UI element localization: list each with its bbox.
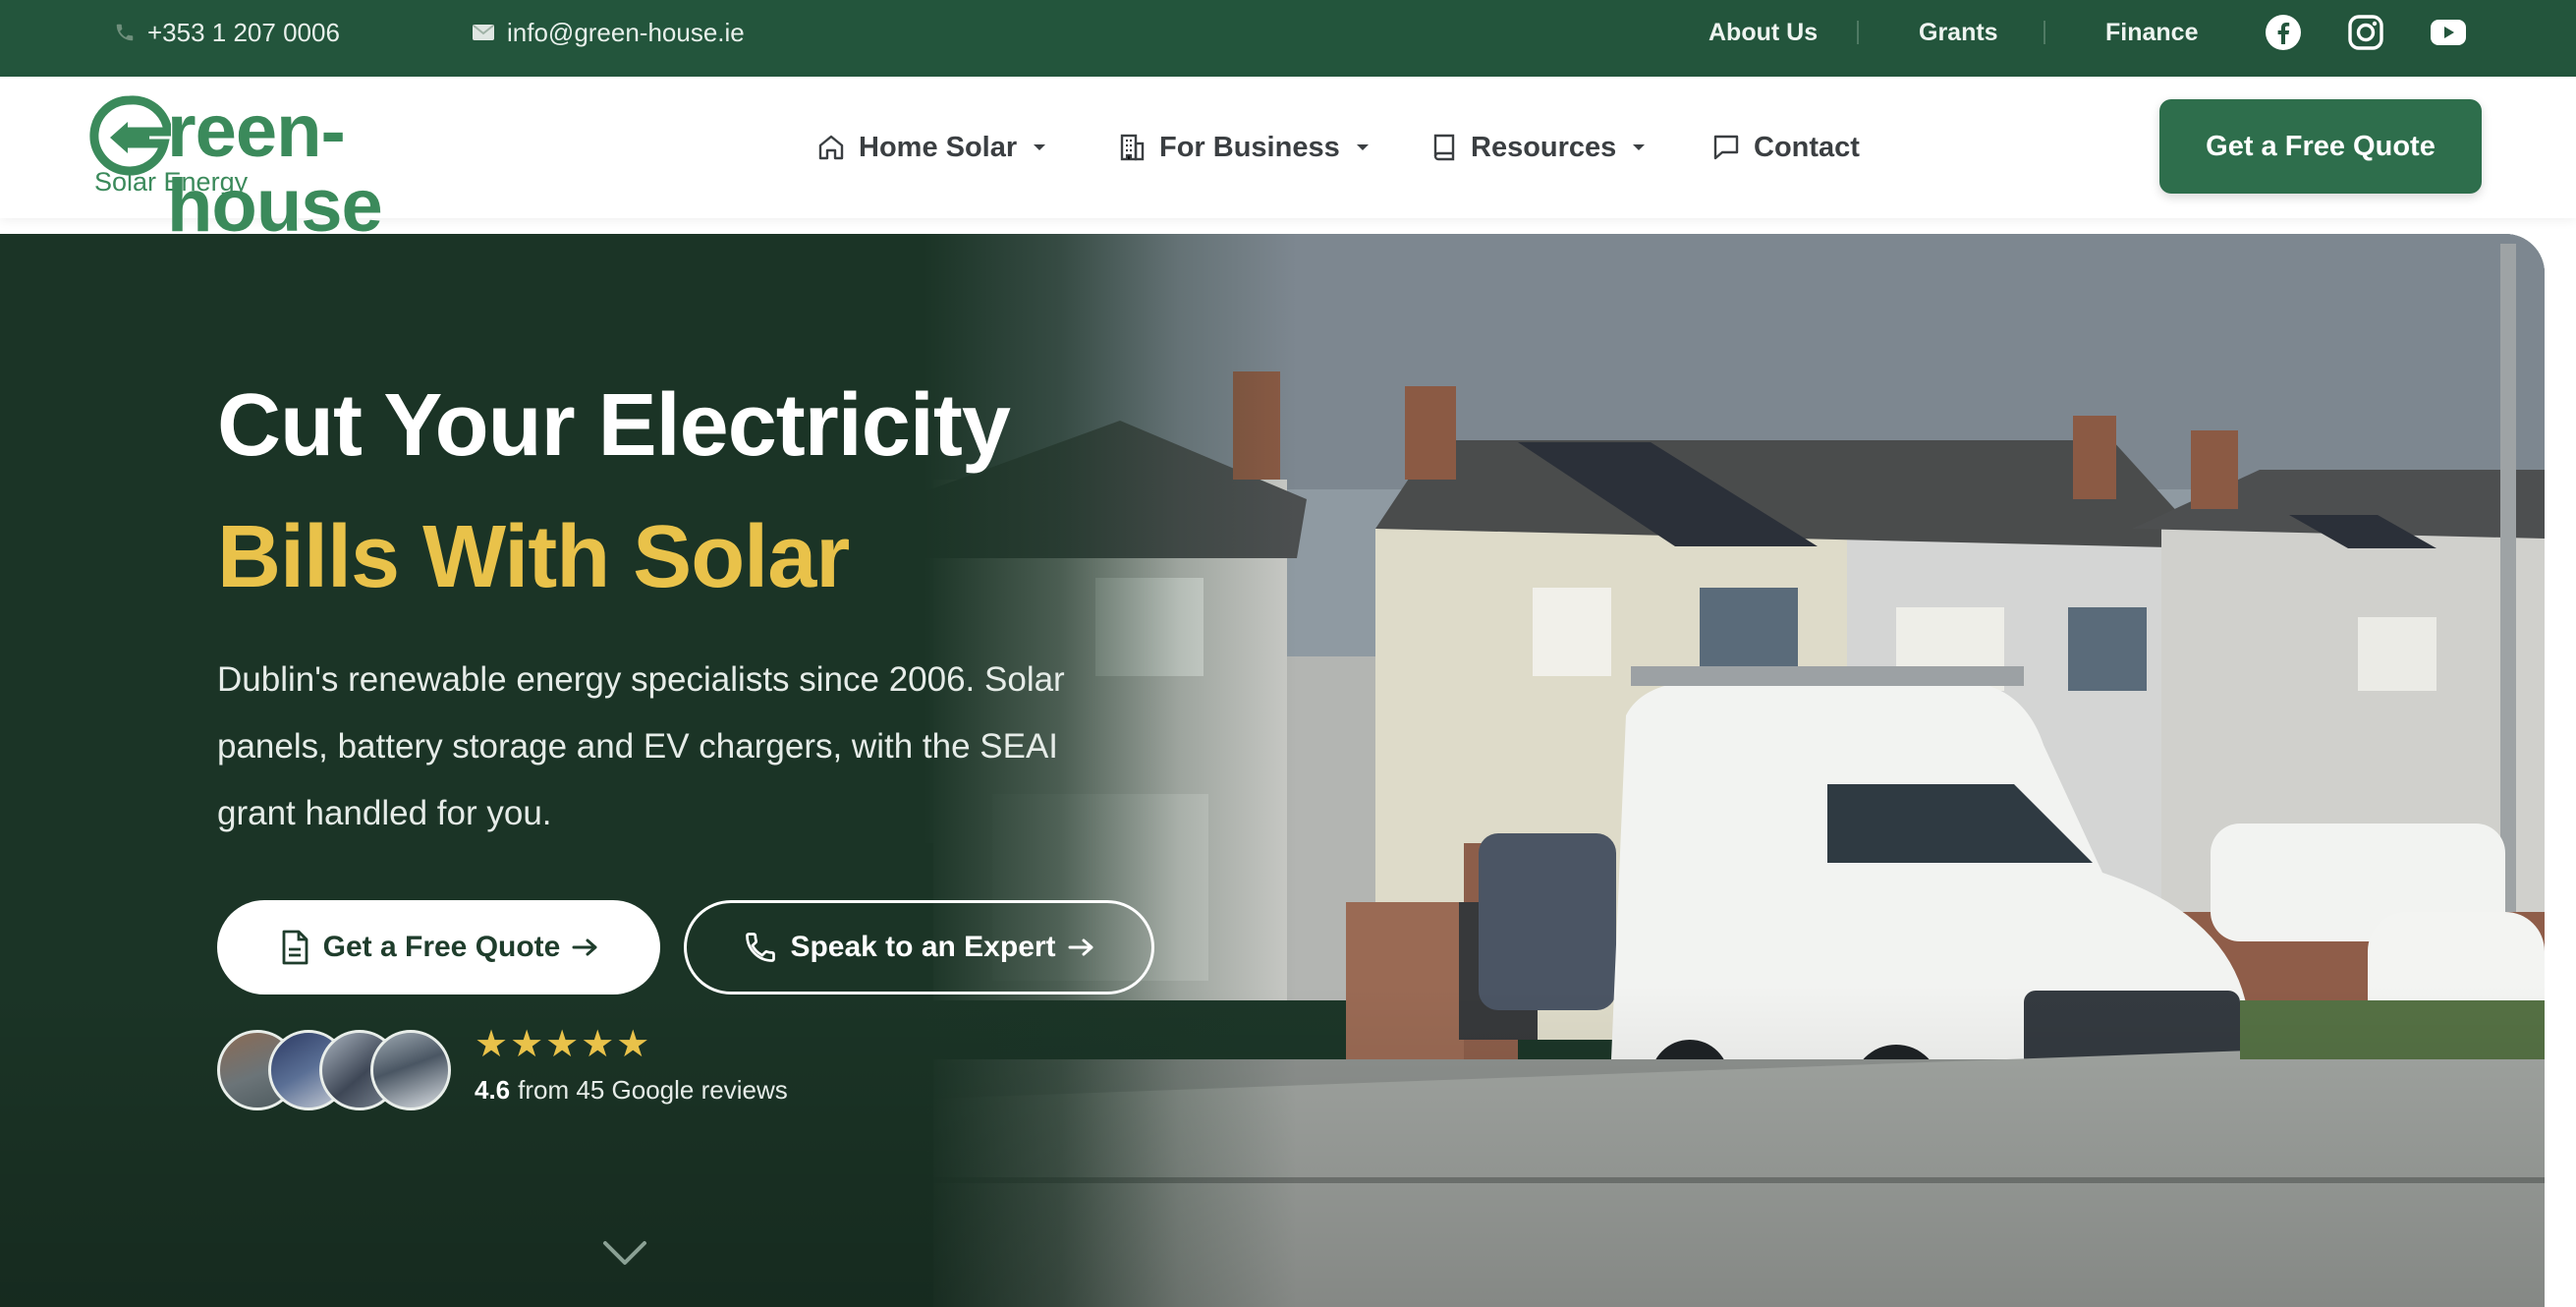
nav-home-solar[interactable]: Home Solar [815, 77, 1046, 218]
rating-value: 4.6 [475, 1075, 511, 1105]
divider [1857, 21, 1859, 44]
hero-title-line-1: Cut Your Electricity [217, 376, 1011, 475]
chevron-down-icon[interactable] [601, 1238, 648, 1268]
building-icon [1120, 134, 1145, 161]
hero-section: Cut Your Electricity Bills With Solar Du… [0, 234, 2545, 1307]
rating-summary: 4.6 from 45 Google reviews [475, 1075, 788, 1106]
nav-label: Contact [1754, 131, 1860, 163]
get-free-quote-button[interactable]: Get a Free Quote [2159, 99, 2482, 194]
hero-title-line-2: Bills With Solar [217, 508, 850, 606]
instagram-icon[interactable] [2346, 13, 2385, 52]
contact-email[interactable]: info@green-house.ie [472, 0, 745, 65]
button-label: Speak to an Expert [790, 931, 1056, 963]
nav-contact[interactable]: Contact [1710, 77, 1860, 218]
button-label: Get a Free Quote [322, 931, 561, 963]
topbar-link-about[interactable]: About Us [1708, 0, 1818, 65]
rating-text: from 45 Google reviews [518, 1075, 788, 1105]
nav-label: Resources [1471, 131, 1617, 163]
speak-to-expert-button[interactable]: Speak to an Expert [684, 900, 1154, 994]
review-avatars [217, 1030, 453, 1112]
topbar-link-finance[interactable]: Finance [2105, 0, 2198, 65]
logo-mark-icon [89, 95, 171, 176]
phone-icon [116, 24, 134, 41]
chevron-down-icon [1356, 144, 1369, 150]
youtube-icon[interactable] [2429, 13, 2468, 52]
nav-for-business[interactable]: For Business [1116, 77, 1370, 218]
book-icon [1433, 134, 1455, 161]
contact-phone[interactable]: +353 1 207 0006 [114, 0, 340, 65]
hero-get-free-quote-button[interactable]: Get a Free Quote [217, 900, 660, 994]
arrow-right-icon [1068, 938, 1093, 956]
chevron-down-icon [1633, 144, 1646, 150]
nav-label: Home Solar [859, 131, 1018, 163]
top-bar: +353 1 207 0006 info@green-house.ie Abou… [0, 0, 2576, 77]
email-address: info@green-house.ie [507, 17, 745, 47]
arrow-right-icon [572, 938, 597, 956]
chevron-down-icon [1034, 144, 1046, 150]
nav-label: For Business [1159, 131, 1340, 163]
avatar [370, 1030, 451, 1110]
divider [2044, 21, 2045, 44]
hero-description: Dublin's renewable energy specialists si… [217, 660, 1065, 832]
topbar-link-grants[interactable]: Grants [1919, 0, 1998, 65]
facebook-icon[interactable] [2264, 13, 2303, 52]
document-icon [282, 930, 308, 965]
rating-stars: ★★★★★ [475, 1024, 652, 1065]
nav-resources[interactable]: Resources [1429, 77, 1646, 218]
home-icon [818, 135, 844, 160]
logo-subtitle: Solar Energy [94, 167, 249, 197]
logo[interactable]: reen-house Solar Energy [88, 88, 540, 244]
phone-icon [746, 933, 776, 962]
phone-number: +353 1 207 0006 [147, 17, 340, 47]
mail-icon [473, 25, 494, 40]
chat-icon [1713, 135, 1739, 160]
main-navigation: reen-house Solar Energy Home Solar For B… [0, 77, 2576, 244]
